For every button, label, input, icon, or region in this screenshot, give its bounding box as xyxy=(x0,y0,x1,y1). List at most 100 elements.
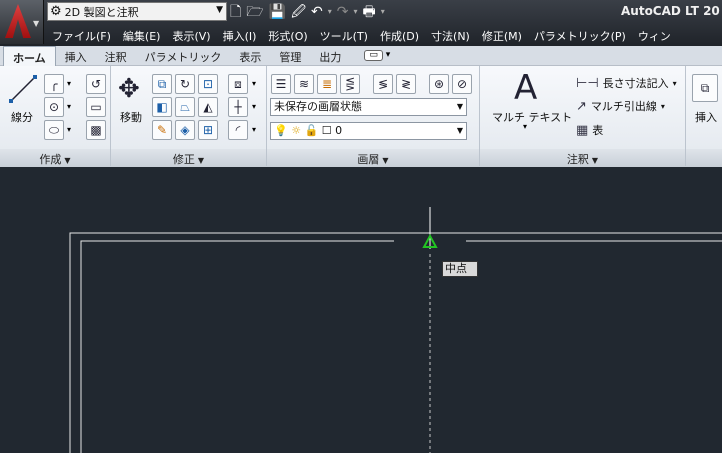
panel-layer-label: 画層 xyxy=(357,153,380,166)
save-icon[interactable]: 💾 xyxy=(269,4,286,20)
ellipse-dropdown-icon[interactable]: ▾ xyxy=(67,125,71,134)
ribbon: 線分 ╭ ⊙ ⬭ ▾ ▾ ▾ ↺ ▭ ▩ 作成 ▼ ✥ 移動 ⧉ ↻ ⊡ ◧ ⏢ … xyxy=(0,66,722,166)
move-label[interactable]: 移動 xyxy=(120,109,142,125)
menu-edit[interactable]: 編集(E) xyxy=(117,25,167,45)
insert-block-icon[interactable]: ⧉ xyxy=(692,74,718,102)
menu-draw[interactable]: 作成(D) xyxy=(374,25,425,45)
layer-state-select[interactable]: 未保存の画層状態 ▼ xyxy=(270,98,467,116)
layer-unlock-icon[interactable]: ⊘ xyxy=(452,74,472,94)
open-icon[interactable]: 🗁 xyxy=(246,4,263,20)
bulb-icon: 💡 xyxy=(274,124,288,137)
tab-output[interactable]: 出力 xyxy=(310,46,350,65)
menu-window[interactable]: ウィン xyxy=(632,25,677,45)
mtext-dropdown-icon[interactable]: ▾ xyxy=(523,122,527,131)
layer-isolate-icon[interactable]: ⋚ xyxy=(340,74,360,94)
scale-icon[interactable]: ◈ xyxy=(175,120,195,140)
ribbon-state-icon: ▭ xyxy=(364,50,383,61)
layer-freeze-icon[interactable]: ≶ xyxy=(373,74,393,94)
tab-annotate[interactable]: 注釈 xyxy=(96,46,136,65)
trim-icon[interactable]: ⊡ xyxy=(198,74,218,94)
offset-icon[interactable]: ⧈ xyxy=(228,74,248,94)
panel-layer-title[interactable]: 画層 ▼ xyxy=(267,149,479,166)
insert-label[interactable]: 挿入 xyxy=(695,109,717,125)
drawing-canvas[interactable] xyxy=(0,167,722,453)
chevron-down-icon: ▼ xyxy=(33,19,40,28)
ribbon-minimize-button[interactable]: ▭ ▾ xyxy=(364,46,390,65)
stretch-icon[interactable]: ◭ xyxy=(198,97,218,117)
mtext-label[interactable]: マルチ テキスト xyxy=(492,109,572,125)
fillet-icon[interactable]: ⏢ xyxy=(175,97,195,117)
chevron-down-icon: ▼ xyxy=(456,102,463,111)
layer-previous-icon[interactable]: ≣ xyxy=(317,74,337,94)
ribbon-tabs: ホーム 挿入 注釈 パラメトリック 表示 管理 出力 ▭ ▾ xyxy=(0,46,722,66)
panel-annotation-title[interactable]: 注釈 ▼ xyxy=(480,149,685,166)
layer-lock-icon[interactable]: ⊛ xyxy=(429,74,449,94)
multileader-button[interactable]: ↗ マルチ引出線 ▾ xyxy=(576,98,665,114)
layer-properties-icon[interactable]: ☰ xyxy=(271,74,291,94)
inner-border-line-left xyxy=(80,240,394,453)
hatch-icon[interactable]: ▩ xyxy=(86,120,106,140)
panel-modify-title[interactable]: 修正 ▼ xyxy=(111,149,266,166)
undo-dropdown-icon[interactable]: ▾ xyxy=(328,4,332,20)
spline-icon[interactable]: ↺ xyxy=(86,74,106,94)
menu-tools[interactable]: ツール(T) xyxy=(314,25,374,45)
table-label: 表 xyxy=(592,124,604,137)
tab-parametric[interactable]: パラメトリック xyxy=(136,46,231,65)
chamfer-dropdown-icon[interactable]: ▾ xyxy=(252,125,256,134)
menu-dimension[interactable]: 寸法(N) xyxy=(425,25,476,45)
menu-parametric[interactable]: パラメトリック(P) xyxy=(528,25,632,45)
tab-view[interactable]: 表示 xyxy=(230,46,270,65)
workspace-select[interactable]: ⚙ 2D 製図と注釈 ▼ xyxy=(47,2,227,21)
chevron-down-icon: ▾ xyxy=(660,101,665,111)
menu-view[interactable]: 表示(V) xyxy=(166,25,216,45)
move-icon[interactable]: ✥ xyxy=(118,74,140,104)
mtext-icon[interactable]: A xyxy=(514,68,537,108)
polyline-dropdown-icon[interactable]: ▾ xyxy=(67,79,71,88)
break-icon[interactable]: ┼ xyxy=(228,97,248,117)
break-dropdown-icon[interactable]: ▾ xyxy=(252,102,256,111)
menu-insert[interactable]: 挿入(I) xyxy=(217,25,263,45)
redo-icon[interactable]: ↷ xyxy=(337,4,349,20)
menu-modify[interactable]: 修正(M) xyxy=(476,25,528,45)
customize-qat-icon[interactable]: ▾ xyxy=(381,4,385,20)
layer-select[interactable]: 💡 ☼ 🔓 ☐ 0 ▼ xyxy=(270,122,467,140)
chamfer-icon[interactable]: ◜ xyxy=(228,120,248,140)
panel-annotation-label: 注釈 xyxy=(566,153,589,166)
mirror-icon[interactable]: ◧ xyxy=(152,97,172,117)
new-icon[interactable]: 🗋 xyxy=(230,4,241,20)
chevron-down-icon: ▼ xyxy=(591,156,599,165)
panel-annotation: A マルチ テキスト ▾ ⊢⊣ 長さ寸法記入 ▾ ↗ マルチ引出線 ▾ ▦ 表 … xyxy=(480,66,686,166)
rectangle-icon[interactable]: ▭ xyxy=(86,97,106,117)
rotate-icon[interactable]: ↻ xyxy=(175,74,195,94)
circle-dropdown-icon[interactable]: ▾ xyxy=(67,102,71,111)
linear-dimension-button[interactable]: ⊢⊣ 長さ寸法記入 ▾ xyxy=(576,75,677,91)
menu-file[interactable]: ファイル(F) xyxy=(46,25,117,45)
ellipse-icon[interactable]: ⬭ xyxy=(44,120,64,140)
saveas-icon[interactable]: 🖉 xyxy=(291,4,306,20)
table-icon: ▦ xyxy=(576,122,589,138)
table-button[interactable]: ▦ 表 xyxy=(576,122,603,138)
chevron-down-icon: ▾ xyxy=(672,78,677,88)
panel-create-title[interactable]: 作成 ▼ xyxy=(0,149,110,166)
tab-insert[interactable]: 挿入 xyxy=(56,46,96,65)
drawing-geometry xyxy=(69,207,722,453)
gear-icon: ⚙ xyxy=(50,4,62,19)
tab-manage[interactable]: 管理 xyxy=(270,46,310,65)
dim-label: 長さ寸法記入 xyxy=(602,77,669,90)
plot-icon[interactable]: 🖶 xyxy=(363,4,376,20)
line-label[interactable]: 線分 xyxy=(11,109,33,125)
erase-icon[interactable]: ✎ xyxy=(152,120,172,140)
offset-dropdown-icon[interactable]: ▾ xyxy=(252,79,256,88)
circle-icon[interactable]: ⊙ xyxy=(44,97,64,117)
polyline-icon[interactable]: ╭ xyxy=(44,74,64,94)
redo-dropdown-icon[interactable]: ▾ xyxy=(354,4,358,20)
array-icon[interactable]: ⊞ xyxy=(198,120,218,140)
layer-match-icon[interactable]: ≋ xyxy=(294,74,314,94)
undo-icon[interactable]: ↶ xyxy=(311,4,323,20)
application-menu-button[interactable]: ▼ xyxy=(0,0,44,44)
copy-icon[interactable]: ⧉ xyxy=(152,74,172,94)
tab-home[interactable]: ホーム xyxy=(3,46,56,66)
line-icon[interactable] xyxy=(8,74,38,104)
menu-format[interactable]: 形式(O) xyxy=(262,25,313,45)
layer-off-icon[interactable]: ≷ xyxy=(396,74,416,94)
